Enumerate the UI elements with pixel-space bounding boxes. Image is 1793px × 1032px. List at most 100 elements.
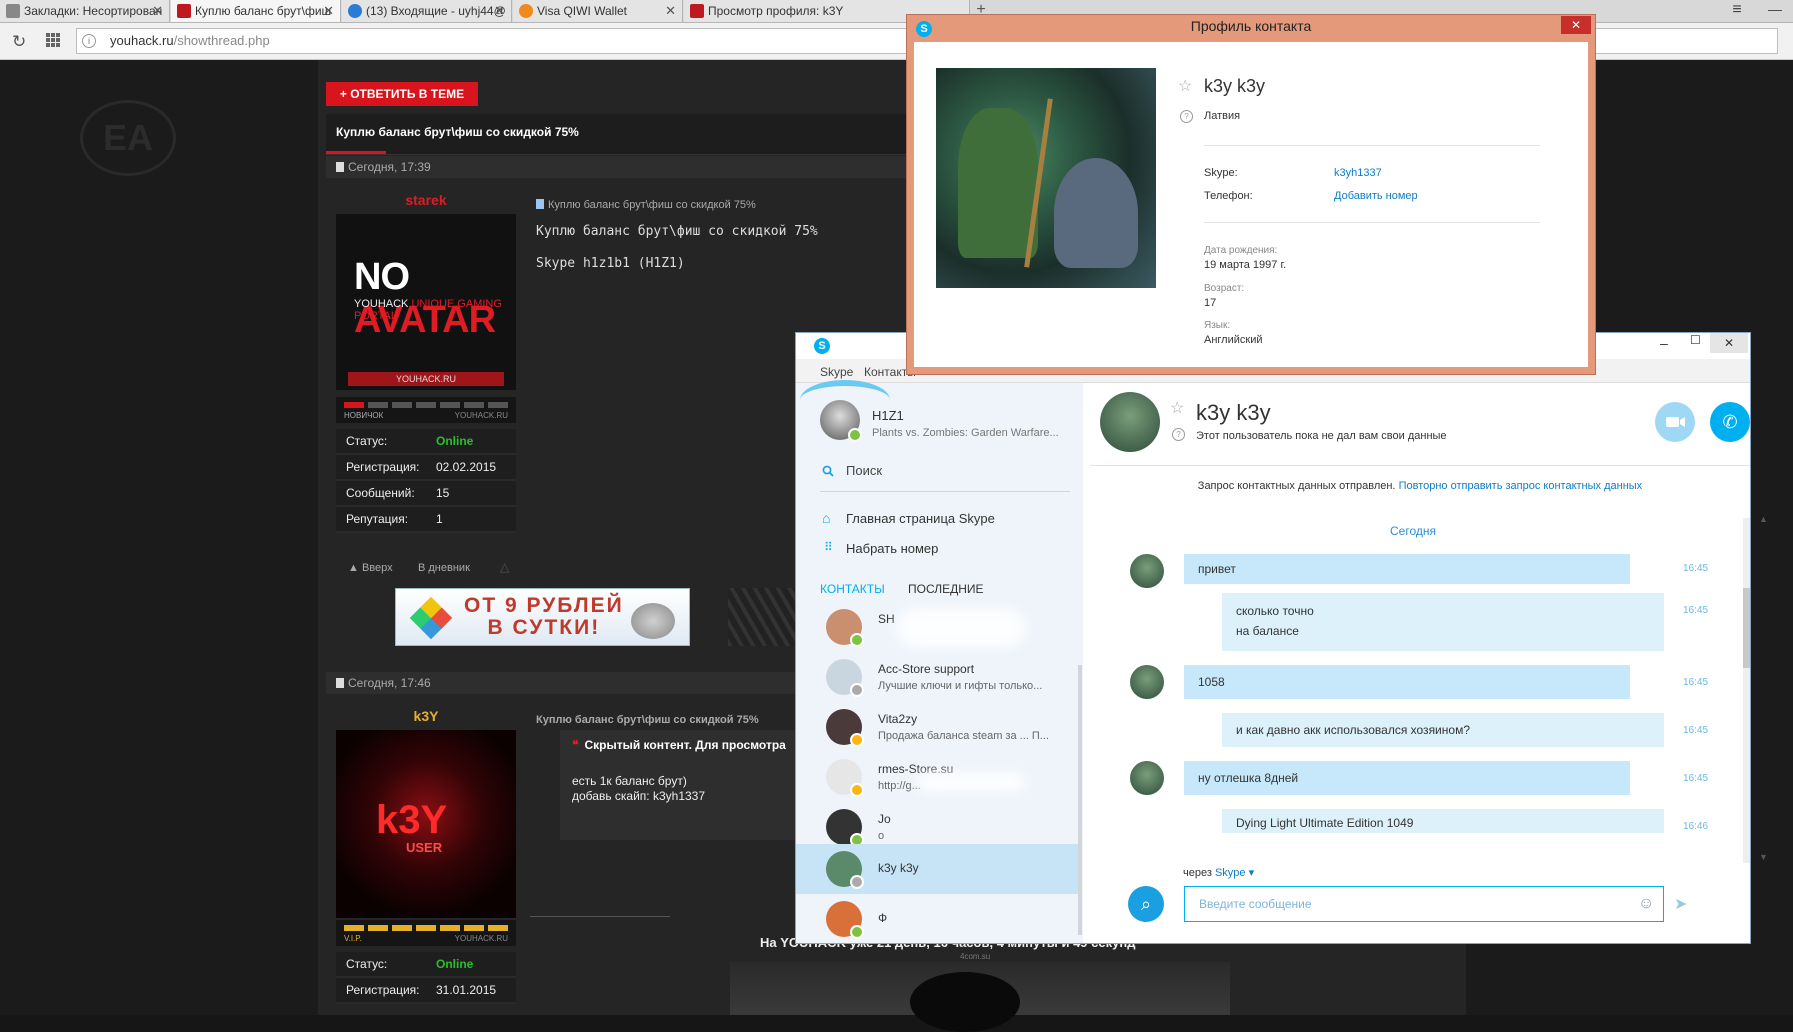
contact-avatar [826, 609, 864, 647]
phone-icon: ✆ [1722, 412, 1738, 432]
scroll-up-link[interactable]: ▲ Вверх [348, 562, 393, 574]
contact-item-selected[interactable]: k3y k3y [796, 844, 1082, 894]
url-text[interactable]: youhack.ru/showthread.php [110, 33, 270, 48]
message-avatar[interactable] [1130, 665, 1164, 699]
message-time: 16:46 [1683, 821, 1709, 832]
post-username[interactable]: starek [336, 192, 516, 208]
chevron-down-icon[interactable]: ▾ [1246, 867, 1255, 879]
message-bubble[interactable]: ну отлешка 8дней [1184, 761, 1630, 795]
ad-banner[interactable]: ОТ 9 РУБЛЕЙ В СУТКИ! [395, 588, 690, 646]
contact-item[interactable]: SH [796, 602, 1082, 652]
no-avatar-image: NO AVATAR YOUHACK UNIQUE GAMING PORTAL Y… [336, 214, 516, 390]
reply-in-thread-button[interactable]: + ОТВЕТИТЬ В ТЕМЕ [326, 82, 478, 106]
close-icon[interactable]: ✕ [152, 0, 163, 22]
contact-item[interactable]: rmes-Store.su http://g... [796, 752, 1082, 802]
stat-reputation: Репутация: 1 [336, 507, 516, 533]
date-separator: Сегодня [1390, 524, 1436, 538]
message-avatar[interactable] [1130, 554, 1164, 588]
menu-skype[interactable]: Skype [820, 365, 853, 379]
favorite-star-icon[interactable]: ☆ [1178, 76, 1192, 96]
reload-icon[interactable]: ↻ [12, 32, 26, 52]
tab-label: Куплю баланс брут\фиш [195, 4, 332, 18]
search-input[interactable]: Поиск [846, 463, 882, 478]
tab-inbox[interactable]: (13) Входящие - uyhj44@ ✕ [342, 0, 512, 22]
tab-label: Visa QIWI Wallet [537, 4, 628, 18]
minimize-icon[interactable]: — [1760, 0, 1790, 22]
apps-grid-icon[interactable] [46, 33, 60, 47]
resend-request-link[interactable]: Повторно отправить запрос контактных дан… [1399, 480, 1643, 492]
my-mood[interactable]: Plants vs. Zombies: Garden Warfare... [872, 427, 1082, 439]
post-title-link[interactable]: Куплю баланс брут\фиш со скидкой 75% [536, 199, 756, 211]
close-icon[interactable]: ✕ [323, 0, 334, 22]
scrollbar-thumb[interactable] [1743, 588, 1750, 668]
stat-status: Статус: Online [336, 429, 516, 455]
minimize-icon[interactable]: – [1660, 335, 1668, 351]
maximize-icon[interactable]: ☐ [1690, 333, 1701, 347]
scroll-up-icon[interactable]: ▲ [1759, 514, 1768, 524]
menu-icon[interactable]: ≡ [1725, 0, 1749, 22]
my-name[interactable]: H1Z1 [872, 408, 904, 423]
skype-logo-icon: S [814, 338, 830, 354]
add-phone-link[interactable]: Добавить номер [1334, 190, 1418, 202]
send-via-dropdown[interactable]: Skype [1215, 867, 1246, 879]
send-icon[interactable]: ➤ [1674, 894, 1687, 914]
tab-label: Просмотр профиля: k3Y [708, 4, 844, 18]
message-bubble[interactable]: сколько точно на балансе [1222, 593, 1664, 651]
scroll-down-icon[interactable]: ▼ [1759, 852, 1768, 862]
tab-thread[interactable]: Куплю баланс брут\фиш ✕ [171, 0, 341, 22]
message-bubble[interactable]: Dying Light Ultimate Edition 1049 [1222, 809, 1664, 833]
message-avatar[interactable] [1130, 761, 1164, 795]
profile-country: Латвия [1204, 110, 1241, 122]
page-left-background [0, 60, 318, 1015]
presence-unknown-icon [850, 875, 864, 889]
contact-item[interactable]: Vita2zy Продажа баланса steam за ... П..… [796, 702, 1082, 752]
add-to-diary-link[interactable]: В дневник [418, 562, 470, 574]
warning-icon[interactable]: △ [500, 560, 509, 574]
post-title-link[interactable]: Куплю баланс брут\фиш со скидкой 75% [536, 714, 759, 726]
emoticon-icon[interactable]: ☺ [1638, 895, 1654, 913]
favorite-star-icon[interactable]: ☆ [1170, 398, 1184, 418]
close-icon[interactable]: ✕ [665, 0, 676, 22]
skype-id-link[interactable]: k3yh1337 [1334, 167, 1382, 179]
post-username[interactable]: k3Y [336, 708, 516, 724]
coins-icon [631, 603, 675, 639]
footer-image [730, 962, 1230, 1032]
k3y-user-avatar: k3Y USER [336, 730, 516, 918]
message-bubble[interactable]: привет [1184, 554, 1630, 584]
tab-qiwi[interactable]: Visa QIWI Wallet ✕ [513, 0, 683, 22]
attach-button[interactable]: ⌕ [1128, 886, 1164, 922]
presence-online-icon [850, 633, 864, 647]
birthday-label: Дата рождения: [1204, 245, 1278, 256]
dial-number-link[interactable]: Набрать номер [846, 541, 938, 556]
page-info-icon[interactable]: i [82, 34, 96, 48]
video-call-button[interactable] [1655, 402, 1695, 442]
contact-item[interactable]: Ф [796, 894, 1082, 942]
tab-bookmarks[interactable]: Закладки: Несортирован ✕ [0, 0, 170, 22]
message-bubble[interactable]: 1058 [1184, 665, 1630, 699]
close-icon[interactable]: ✕ [494, 0, 505, 22]
search-icon [822, 465, 834, 477]
youhack-favicon-icon [177, 4, 191, 18]
rank-bar: НОВИЧОК YOUHACK.RU [336, 397, 516, 423]
my-avatar[interactable] [820, 400, 862, 442]
tab-contacts[interactable]: КОНТАКТЫ [820, 582, 885, 596]
message-input[interactable] [1184, 886, 1664, 922]
stat-status: Статус: Online [336, 952, 516, 978]
redaction-blur [916, 772, 1026, 792]
divider [820, 491, 1070, 492]
contact-item[interactable]: Acc-Store support Лучшие ключи и гифты т… [796, 652, 1082, 702]
message-time: 16:45 [1683, 605, 1709, 616]
hex-panel [728, 588, 798, 646]
post-body-line: Куплю баланс брут\фиш со скидкой 75% [536, 224, 818, 239]
skype-home-link[interactable]: Главная страница Skype [846, 511, 995, 526]
message-bubble[interactable]: и как давно акк использовался хозяином? [1222, 713, 1664, 747]
tab-recent[interactable]: ПОСЛЕДНИЕ [908, 582, 984, 596]
video-camera-icon [1666, 417, 1685, 427]
chat-contact-name[interactable]: k3y k3y [1196, 400, 1271, 426]
close-icon[interactable]: ✕ [1561, 16, 1591, 34]
close-icon[interactable]: ✕ [1710, 333, 1748, 353]
audio-call-button[interactable]: ✆ [1710, 402, 1750, 442]
contacts-scrollbar[interactable] [1078, 665, 1082, 935]
chat-scrollbar[interactable] [1743, 518, 1750, 863]
chat-contact-avatar[interactable] [1100, 392, 1160, 452]
